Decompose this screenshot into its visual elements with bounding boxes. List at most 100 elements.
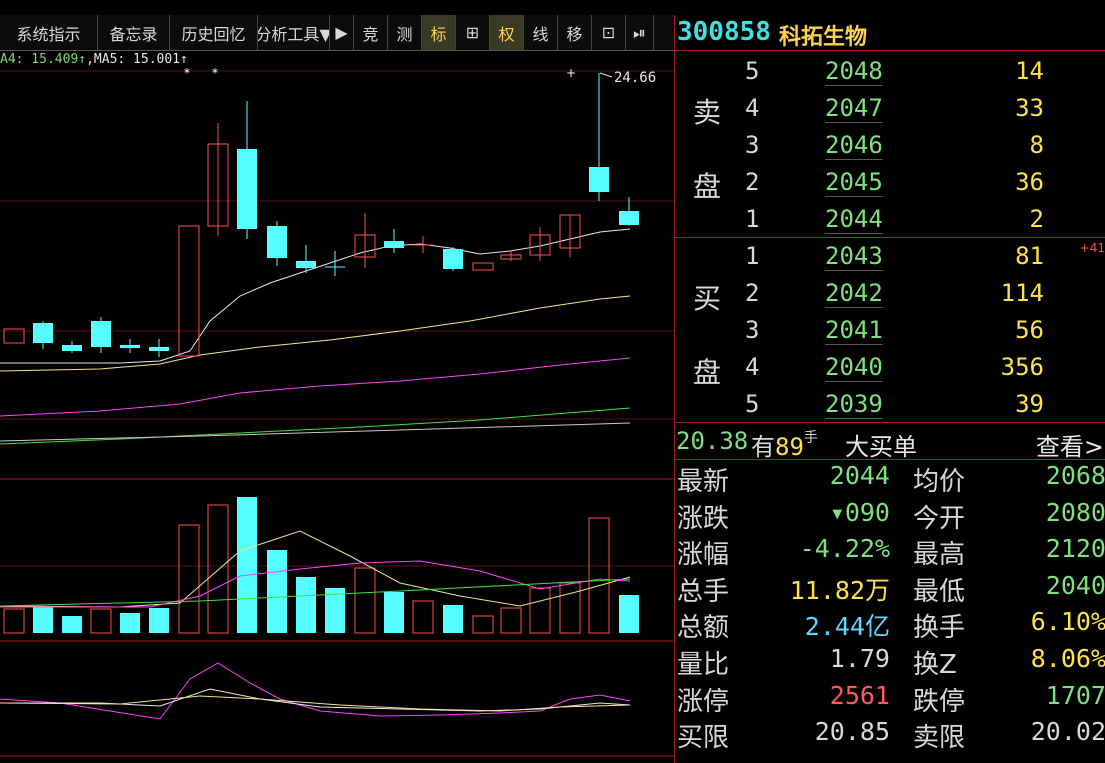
candle: [589, 73, 609, 201]
quote-value: 2044: [829, 461, 890, 490]
candle: [443, 247, 463, 271]
quote-label: 均价: [913, 467, 966, 497]
toolbar-button-rights[interactable]: 权: [490, 15, 524, 50]
candle: [413, 236, 433, 253]
quote-label: 卖限: [913, 723, 966, 753]
quote-value: 2.44亿: [804, 612, 890, 641]
quote-label: 涨跌: [677, 504, 730, 534]
candle: [237, 101, 257, 239]
quote-row: 最新 2044 均价 2068: [675, 459, 1105, 497]
candle: [149, 339, 169, 357]
candle: [62, 341, 82, 353]
buy-row[interactable]: 5 2039 39: [675, 386, 1105, 423]
toolbar-button-mark[interactable]: 标: [422, 15, 456, 50]
big-buy-qty-text: 有89手: [751, 430, 818, 461]
big-buy-order-bar: 20.38 有89手 大买单 查看>: [675, 422, 1105, 462]
sell-row[interactable]: 4 2047 33: [675, 90, 1105, 127]
quote-label: 买限: [677, 723, 730, 753]
quote-label: 最高: [913, 540, 966, 570]
quote-value: 20.85: [814, 717, 890, 746]
quote-label: 最低: [913, 577, 966, 607]
candle: [207, 123, 229, 236]
step-icon[interactable]: ⏯: [626, 15, 654, 50]
chart-toolbar: 系统指示 备忘录 历史回忆 分析工具▼ ▶ 竞 测 标 ⊞ 权 线 移 ⊡ ⏯: [0, 15, 674, 51]
quote-value: 20.02: [1030, 717, 1105, 746]
ma4-value: A4: 15.409↑: [0, 52, 87, 67]
quote-label: 最新: [677, 467, 730, 497]
quote-value: 2080: [1045, 498, 1105, 527]
quote-value: 2561: [829, 681, 890, 710]
buy-row[interactable]: 4 2040 356: [675, 349, 1105, 386]
candle: [559, 214, 581, 257]
high-label: 24.66: [614, 70, 656, 86]
quote-row: 量比 1.79 换Z 8.06%: [675, 642, 1105, 680]
sell-row[interactable]: 3 2046 8: [675, 127, 1105, 164]
candle: [178, 225, 200, 357]
quote-label: 换Z: [913, 650, 957, 680]
high-marker: 24.66 + * *: [184, 66, 656, 86]
volume-bars: [3, 497, 639, 634]
candle: [500, 251, 522, 261]
kline-chart[interactable]: 24.66 + * *: [0, 51, 674, 763]
marker-star: *: [184, 66, 190, 80]
quote-row: 涨跌 ▾090 今开 2080: [675, 496, 1105, 534]
quote-value: 8.06%: [1030, 644, 1105, 673]
top-strip: [0, 0, 1105, 15]
candle: [91, 317, 111, 353]
quote-value: 2068: [1045, 461, 1105, 490]
quote-value: 11.82万: [789, 576, 890, 605]
view-link[interactable]: 查看>: [1036, 427, 1104, 462]
buy-row[interactable]: 1 2043 81: [675, 238, 1105, 275]
sell-row[interactable]: 1 2044 2: [675, 201, 1105, 238]
toolbar-button-move[interactable]: 移: [558, 15, 592, 50]
quote-row: 涨幅 -4.22% 最高 2120: [675, 532, 1105, 570]
toolbar-button-memo[interactable]: 备忘录: [98, 15, 170, 50]
sell-row[interactable]: 2 2045 36: [675, 164, 1105, 201]
buy-row[interactable]: 2 2042 114: [675, 275, 1105, 312]
indicator-line-white: [0, 688, 631, 712]
toolbar-button-test[interactable]: 测: [388, 15, 422, 50]
ma-legend: A4: 15.409↑,MA5: 15.001↑: [0, 52, 188, 67]
marker-star: +: [566, 66, 576, 80]
quote-row: 涨停 2561 跌停 1707: [675, 679, 1105, 717]
indicator-line-magenta: [0, 662, 631, 720]
quote-value: 2120: [1045, 534, 1105, 563]
quote-label: 涨幅: [677, 540, 730, 570]
ma-line-magenta: [0, 357, 631, 417]
candle: [472, 262, 494, 271]
toolbar-button-indicator[interactable]: 系统指示: [0, 15, 98, 50]
candle: [354, 213, 376, 268]
play-icon[interactable]: ▶: [330, 15, 354, 50]
quote-label: 总手: [677, 577, 730, 607]
quote-value: 1.79: [829, 644, 890, 673]
quote-row: 总额 2.44亿 换手 6.10%: [675, 605, 1105, 643]
quote-label: 总额: [677, 613, 730, 643]
stock-name: 科拓生物: [779, 25, 868, 50]
toolbar-button-bid[interactable]: 竞: [354, 15, 388, 50]
sell-row[interactable]: 5 2048 14: [675, 53, 1105, 90]
buy-row[interactable]: 3 2041 56: [675, 312, 1105, 349]
quote-value: 1707: [1045, 681, 1105, 710]
stock-code: 300858: [677, 17, 771, 47]
toolbar-button-line[interactable]: 线: [524, 15, 558, 50]
candle: [384, 229, 404, 253]
toolbar-button-analysis-tools[interactable]: 分析工具▼: [258, 15, 330, 50]
big-buy-label: 大买单: [845, 433, 917, 461]
quote-label: 今开: [913, 504, 966, 534]
big-buy-price: 20.38: [676, 427, 749, 455]
grid-icon[interactable]: ⊞: [456, 15, 490, 50]
quote-row: 总手 11.82万 最低 2040: [675, 569, 1105, 607]
quote-value: 2040: [1045, 571, 1105, 600]
quote-label: 量比: [677, 650, 730, 680]
stock-header: 300858 科拓生物: [675, 15, 1105, 51]
candles: [3, 73, 639, 357]
quote-value: ▾090: [829, 498, 890, 527]
ma-line-gray: [0, 422, 631, 442]
quote-row: 买限 20.85 卖限 20.02: [675, 715, 1105, 753]
marker-star: *: [212, 66, 218, 80]
window-icon[interactable]: ⊡: [592, 15, 626, 50]
quote-label: 涨停: [677, 687, 730, 717]
toolbar-button-history[interactable]: 历史回忆: [170, 15, 258, 50]
candle: [120, 339, 140, 353]
quote-value: -4.22%: [799, 534, 890, 563]
